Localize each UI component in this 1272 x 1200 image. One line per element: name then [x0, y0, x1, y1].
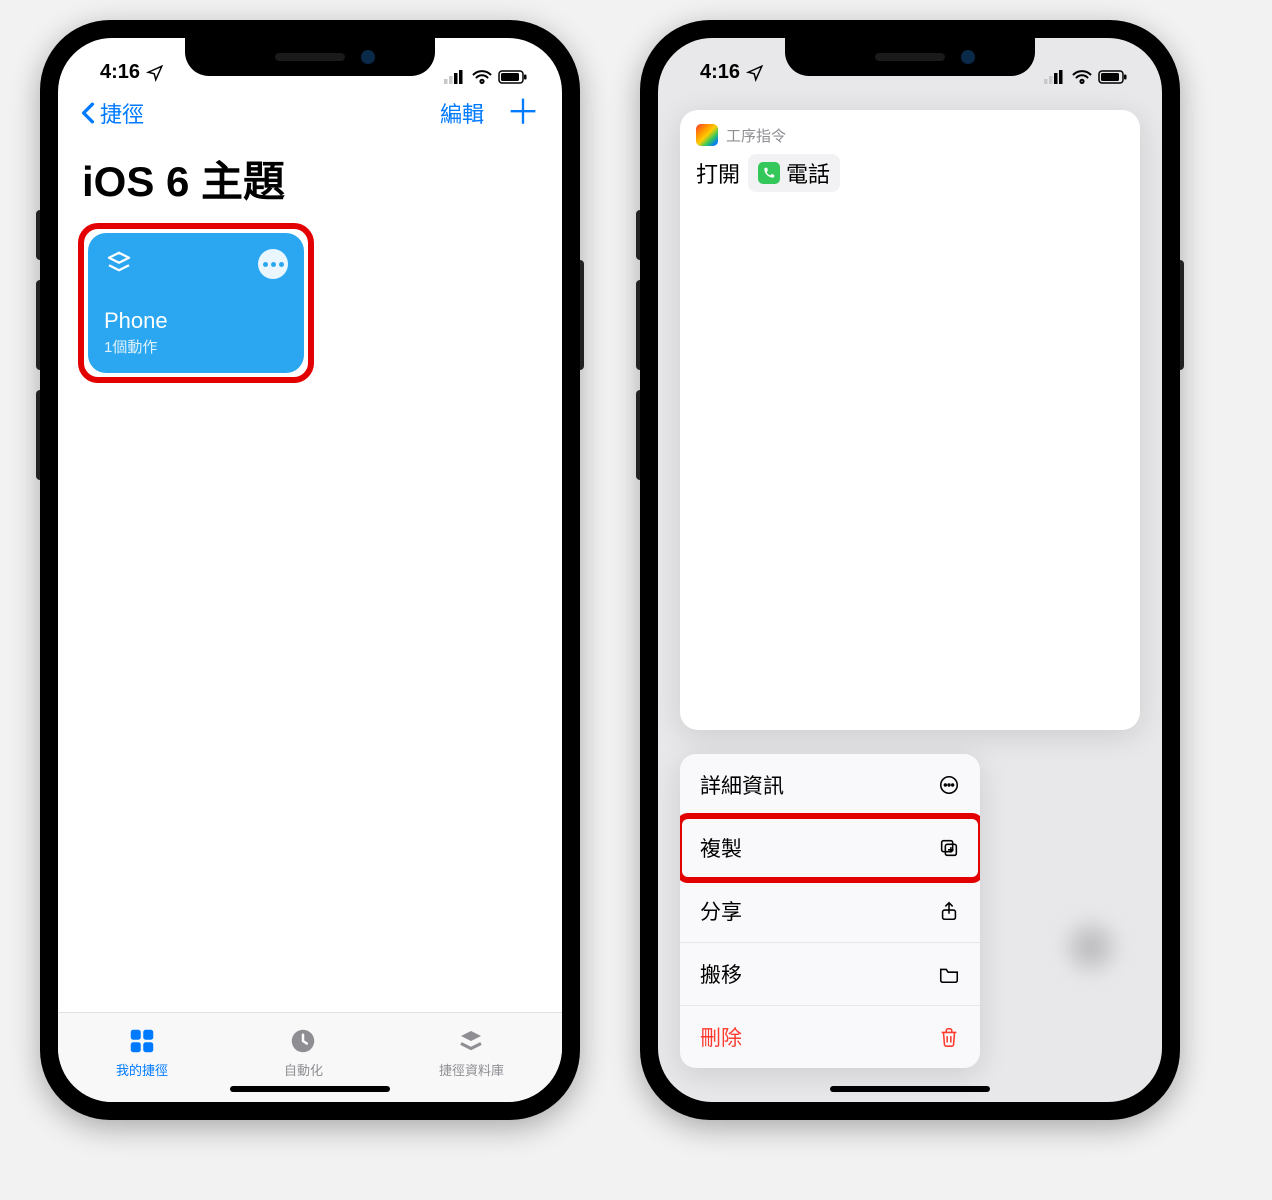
- screen-shortcuts-folder: 4:16 捷徑 編輯 ＋ iOS 6 主題: [58, 38, 562, 1102]
- location-icon: [146, 64, 164, 82]
- trash-icon: [938, 1026, 960, 1048]
- shortcut-icon: [104, 249, 134, 284]
- menu-delete[interactable]: 刪除: [680, 1006, 980, 1068]
- nav-bar: 捷徑 編輯 ＋: [58, 88, 562, 138]
- context-menu: 詳細資訊 複製 分享 搬移 刪除: [680, 754, 980, 1068]
- duplicate-icon: [938, 837, 960, 859]
- wifi-icon: [472, 70, 492, 84]
- clock-icon: [288, 1026, 318, 1056]
- notch: [185, 38, 435, 76]
- share-icon: [938, 900, 960, 922]
- layers-icon: [456, 1026, 486, 1056]
- tab-automation[interactable]: 自動化: [284, 1026, 323, 1079]
- status-time: 4:16: [700, 61, 740, 84]
- add-button[interactable]: ＋: [506, 96, 540, 130]
- menu-label: 分享: [700, 896, 742, 926]
- back-button[interactable]: 捷徑: [80, 97, 144, 129]
- action-verb: 打開: [696, 157, 740, 189]
- battery-icon: [498, 70, 528, 84]
- action-row: 打開 電話: [696, 154, 1124, 192]
- phone-left: 4:16 捷徑 編輯 ＋ iOS 6 主題: [40, 20, 580, 1120]
- home-indicator[interactable]: [230, 1086, 390, 1092]
- edit-button[interactable]: 編輯: [440, 97, 484, 129]
- battery-icon: [1098, 70, 1128, 84]
- page-title: iOS 6 主題: [58, 138, 562, 223]
- menu-move[interactable]: 搬移: [680, 943, 980, 1006]
- menu-label: 刪除: [700, 1022, 742, 1052]
- shortcut-preview-card[interactable]: 工序指令 打開 電話: [680, 110, 1140, 730]
- shortcuts-app-icon: [696, 124, 718, 146]
- tab-label: 自動化: [284, 1060, 323, 1079]
- menu-details[interactable]: 詳細資訊: [680, 754, 980, 817]
- menu-share[interactable]: 分享: [680, 880, 980, 943]
- tile-subtitle: 1個動作: [104, 336, 288, 357]
- chevron-left-icon: [80, 102, 96, 124]
- menu-label: 搬移: [700, 959, 742, 989]
- grid-icon: [127, 1026, 157, 1056]
- shortcut-tile-phone[interactable]: Phone 1個動作: [88, 233, 304, 373]
- home-indicator[interactable]: [830, 1086, 990, 1092]
- back-label: 捷徑: [100, 97, 144, 129]
- tab-my-shortcuts[interactable]: 我的捷徑: [116, 1026, 168, 1079]
- wifi-icon: [1072, 70, 1092, 84]
- preview-app-label: 工序指令: [726, 125, 786, 146]
- tile-more-button[interactable]: [258, 249, 288, 279]
- status-time: 4:16: [100, 61, 140, 84]
- background-blur: [1056, 912, 1126, 982]
- phone-app-icon: [758, 162, 780, 184]
- menu-label: 複製: [700, 833, 742, 863]
- folder-icon: [938, 963, 960, 985]
- cellular-icon: [444, 70, 466, 84]
- location-icon: [746, 64, 764, 82]
- notch: [785, 38, 1035, 76]
- tab-gallery[interactable]: 捷徑資料庫: [439, 1026, 504, 1079]
- cellular-icon: [1044, 70, 1066, 84]
- menu-label: 詳細資訊: [700, 770, 784, 800]
- menu-duplicate[interactable]: 複製: [680, 817, 980, 880]
- action-target-label: 電話: [786, 157, 830, 189]
- more-circle-icon: [938, 774, 960, 796]
- tab-label: 我的捷徑: [116, 1060, 168, 1079]
- tile-title: Phone: [104, 308, 288, 334]
- tab-label: 捷徑資料庫: [439, 1060, 504, 1079]
- action-target-badge: 電話: [748, 154, 840, 192]
- phone-right: 4:16 工序指令 打開 電話: [640, 20, 1180, 1120]
- screen-context-menu: 4:16 工序指令 打開 電話: [658, 38, 1162, 1102]
- highlight-annotation: Phone 1個動作: [78, 223, 314, 383]
